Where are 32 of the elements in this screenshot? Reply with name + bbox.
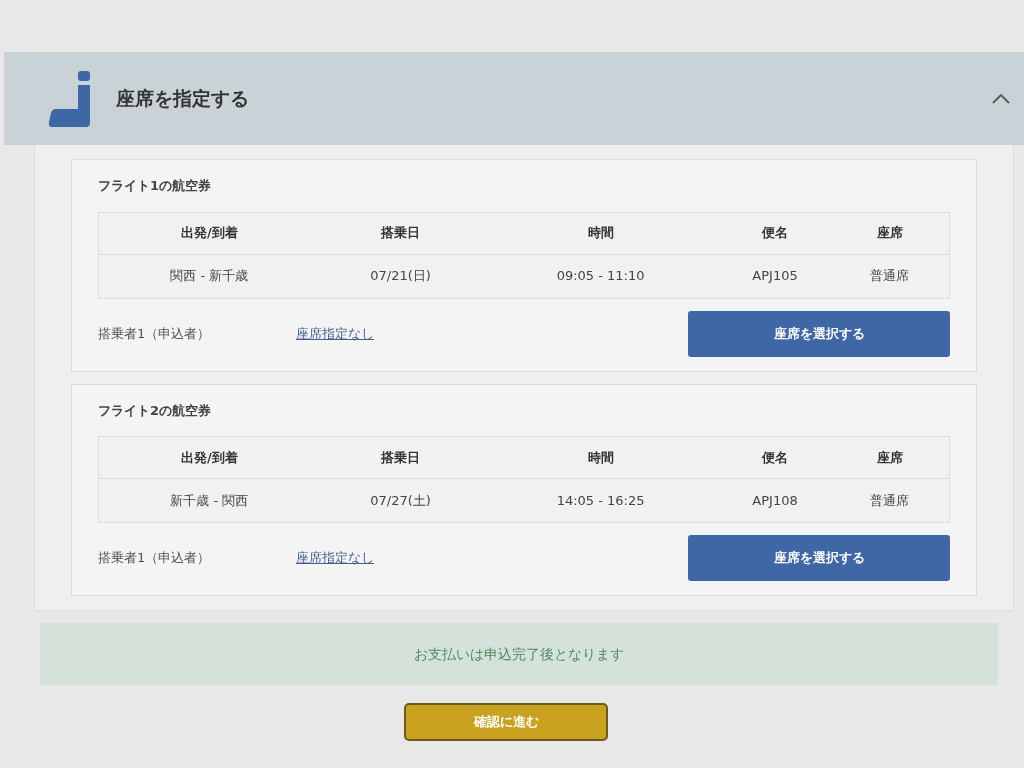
column-header: 便名 <box>719 212 831 254</box>
column-header: 時間 <box>481 212 720 254</box>
table-cell: 07/27(土) <box>319 478 482 523</box>
passenger-label: 搭乗者1（申込者） <box>98 549 212 568</box>
section-header[interactable]: 座席を指定する <box>4 52 1024 145</box>
passenger-label: 搭乗者1（申込者） <box>98 324 212 343</box>
column-header: 座席 <box>830 436 950 479</box>
table-cell: 関西 - 新千歳 <box>98 254 320 298</box>
select-seat-button[interactable]: 座席を選択する <box>688 310 950 357</box>
column-header: 出発/到着 <box>98 212 320 254</box>
seat-link[interactable]: 座席指定なし <box>296 323 374 344</box>
table-cell: 09:05 - 11:10 <box>481 254 720 298</box>
seat-link[interactable]: 座席指定なし <box>296 548 374 568</box>
table-cell: 07/21(日) <box>319 254 482 298</box>
chevron-up-icon[interactable] <box>992 93 1010 104</box>
table-cell: 14:05 - 16:25 <box>481 478 720 523</box>
column-header: 搭乗日 <box>319 212 482 254</box>
table-cell: 新千歳 - 関西 <box>98 478 320 523</box>
select-seat-button[interactable]: 座席を選択する <box>688 535 950 581</box>
table-cell: 普通席 <box>830 254 950 298</box>
column-header: 座席 <box>830 212 950 254</box>
column-header: 出発/到着 <box>98 436 320 479</box>
column-header: 便名 <box>719 436 831 479</box>
flight-title: フライト2の航空券 <box>98 401 213 420</box>
table-cell: APJ108 <box>719 478 831 523</box>
column-header: 時間 <box>481 436 720 479</box>
table-cell: 普通席 <box>830 478 950 523</box>
notice-bar: お支払いは申込完了後となります <box>40 623 998 685</box>
flight-title: フライト1の航空券 <box>98 177 213 195</box>
table-cell: APJ105 <box>719 254 831 298</box>
column-header: 搭乗日 <box>319 436 482 479</box>
section-title: 座席を指定する <box>116 86 249 112</box>
